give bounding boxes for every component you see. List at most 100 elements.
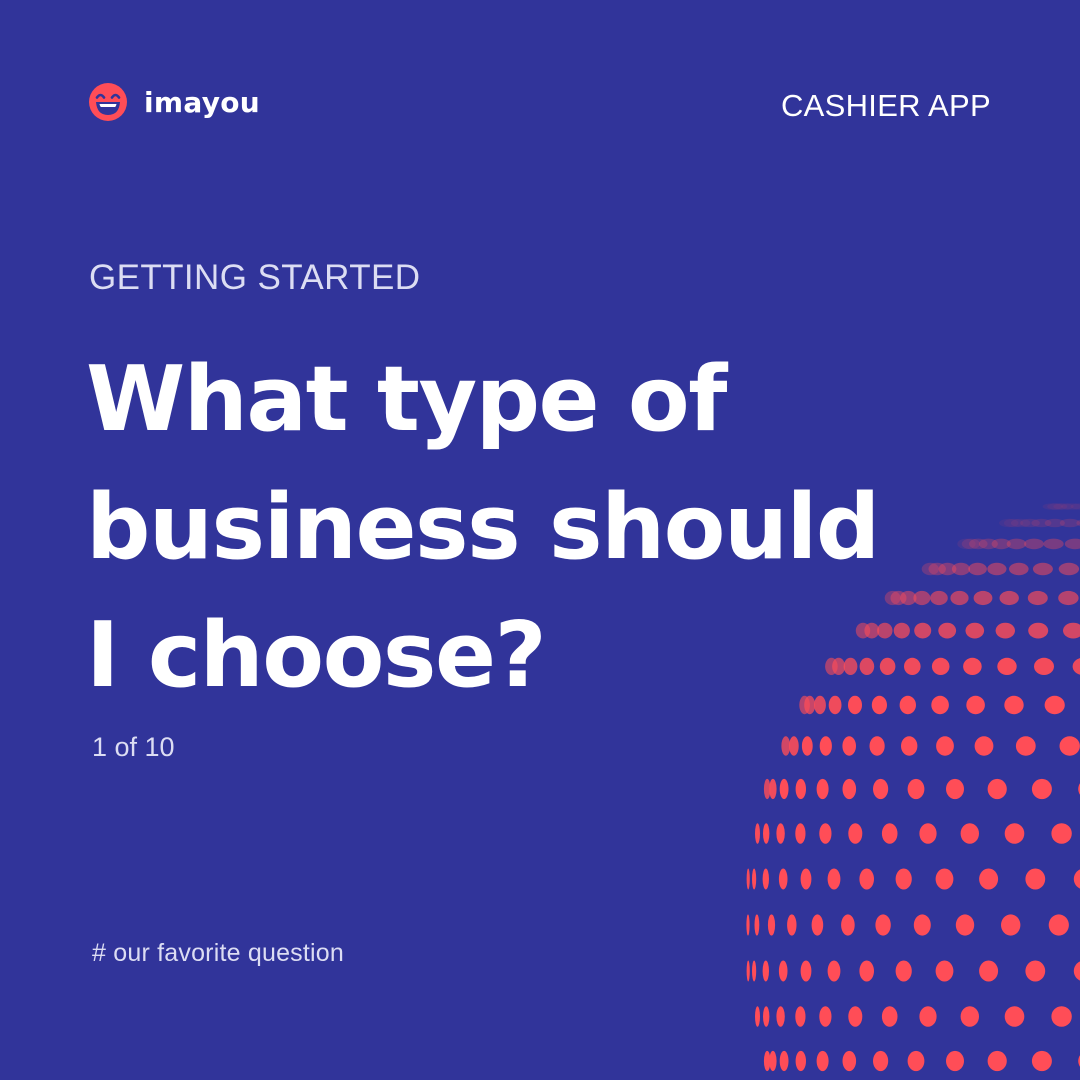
sphere-dot	[811, 914, 824, 936]
sphere-dot	[955, 914, 975, 936]
sphere-dot	[875, 914, 891, 936]
sphere-dot	[974, 736, 994, 756]
sphere-dot	[769, 778, 777, 800]
sphere-dot	[946, 778, 964, 800]
sphere-dot	[919, 823, 937, 844]
sphere-dot	[919, 1006, 937, 1027]
section-kicker: GETTING STARTED	[89, 258, 421, 297]
sphere-dot	[746, 868, 750, 890]
sphere-dot	[1044, 518, 1065, 528]
sphere-dot	[754, 914, 760, 936]
sphere-dot	[995, 622, 1015, 639]
sphere-dot	[763, 823, 770, 844]
sphere-dot	[1025, 868, 1046, 890]
sphere-dot	[746, 960, 750, 982]
sphere-dot	[1042, 503, 1063, 510]
sphere-dot	[755, 823, 760, 844]
page-counter: 1 of 10	[92, 732, 175, 762]
sphere-dot	[752, 868, 757, 890]
sphere-dot	[978, 538, 998, 550]
sphere-dot	[800, 868, 812, 890]
sphere-dot	[842, 1050, 857, 1072]
sphere-dot	[1031, 1050, 1052, 1072]
sphere-dot	[1006, 538, 1027, 550]
sphere-dot	[921, 562, 939, 576]
sphere-dot	[1032, 562, 1053, 576]
sphere-dot	[762, 868, 769, 890]
sphere-dot	[1063, 622, 1080, 639]
sphere-dot	[763, 1006, 770, 1027]
sphere-dot	[1061, 503, 1080, 510]
sphere-dot	[1034, 657, 1054, 676]
sphere-dot	[1043, 538, 1064, 550]
sphere-dot	[778, 960, 788, 982]
sphere-dot	[961, 538, 981, 550]
sphere-dot	[1073, 869, 1080, 889]
sphere-dot	[1024, 538, 1044, 550]
sphere-dot	[881, 1006, 898, 1027]
sphere-dot	[762, 960, 769, 982]
sphere-dot	[1053, 503, 1074, 510]
slide: imayou CASHIER APP GETTING STARTED What …	[0, 0, 1080, 1080]
sphere-dot	[778, 868, 788, 890]
sphere-dot	[901, 736, 918, 756]
sphere-dot	[779, 778, 789, 800]
sphere-dot	[928, 562, 946, 576]
sphere-dot	[987, 562, 1007, 576]
sphere-dot	[895, 960, 912, 982]
sphere-dot	[968, 562, 987, 576]
headline: What type of business should I choose?	[86, 336, 906, 720]
sphere-dot	[842, 778, 857, 800]
sphere-dot	[960, 823, 979, 844]
sphere-dot	[842, 736, 856, 756]
sphere-dot	[938, 622, 957, 639]
sphere-dot	[979, 960, 999, 982]
sphere-dot	[1028, 622, 1049, 639]
sphere-dot	[999, 590, 1019, 606]
sphere-dot	[935, 868, 954, 890]
sphere-dot	[789, 736, 799, 756]
app-label: CASHIER APP	[780, 88, 991, 123]
sphere-dot	[931, 695, 949, 715]
sphere-dot	[776, 1006, 785, 1027]
sphere-dot	[938, 562, 957, 576]
sphere-dot	[1020, 518, 1040, 528]
sphere-dot	[936, 736, 954, 756]
sphere-dot	[1058, 590, 1079, 606]
sphere-dot	[1010, 518, 1031, 528]
sphere-dot	[755, 1006, 760, 1027]
sphere-dot	[1003, 518, 1024, 528]
sphere-dot	[787, 914, 797, 936]
sphere-dot	[827, 960, 841, 982]
sphere-dot	[914, 622, 932, 639]
sphere-dot	[907, 1050, 925, 1072]
sphere-dot	[931, 657, 950, 676]
brand[interactable]: imayou	[88, 82, 260, 122]
sphere-dot	[1072, 658, 1080, 675]
sphere-dot	[1059, 736, 1080, 756]
sphere-dot	[752, 960, 757, 982]
sphere-dot	[781, 736, 791, 756]
sphere-dot	[1031, 518, 1052, 528]
sphere-dot	[1009, 562, 1029, 576]
sphere-dot	[1051, 823, 1072, 844]
smiling-face-icon	[89, 83, 127, 121]
sphere-dot	[1015, 736, 1036, 756]
sphere-dot	[819, 736, 832, 756]
brand-name: imayou	[144, 85, 261, 119]
sphere-dot	[1076, 519, 1080, 527]
sphere-dot	[827, 868, 841, 890]
sphere-dot	[963, 657, 982, 676]
sphere-dot	[819, 1006, 832, 1027]
sphere-dot	[960, 1006, 979, 1027]
sphere-dot	[1073, 961, 1080, 981]
headline-line: business should	[86, 475, 880, 580]
sphere-dot	[800, 960, 812, 982]
sphere-dot	[1047, 503, 1068, 510]
sphere-dot	[1048, 914, 1069, 936]
sphere-dot	[973, 590, 993, 606]
headline-line: What type of	[86, 347, 727, 452]
headline-line: I choose?	[86, 603, 547, 708]
sphere-dot	[848, 823, 863, 844]
sphere-dot	[946, 1050, 964, 1072]
